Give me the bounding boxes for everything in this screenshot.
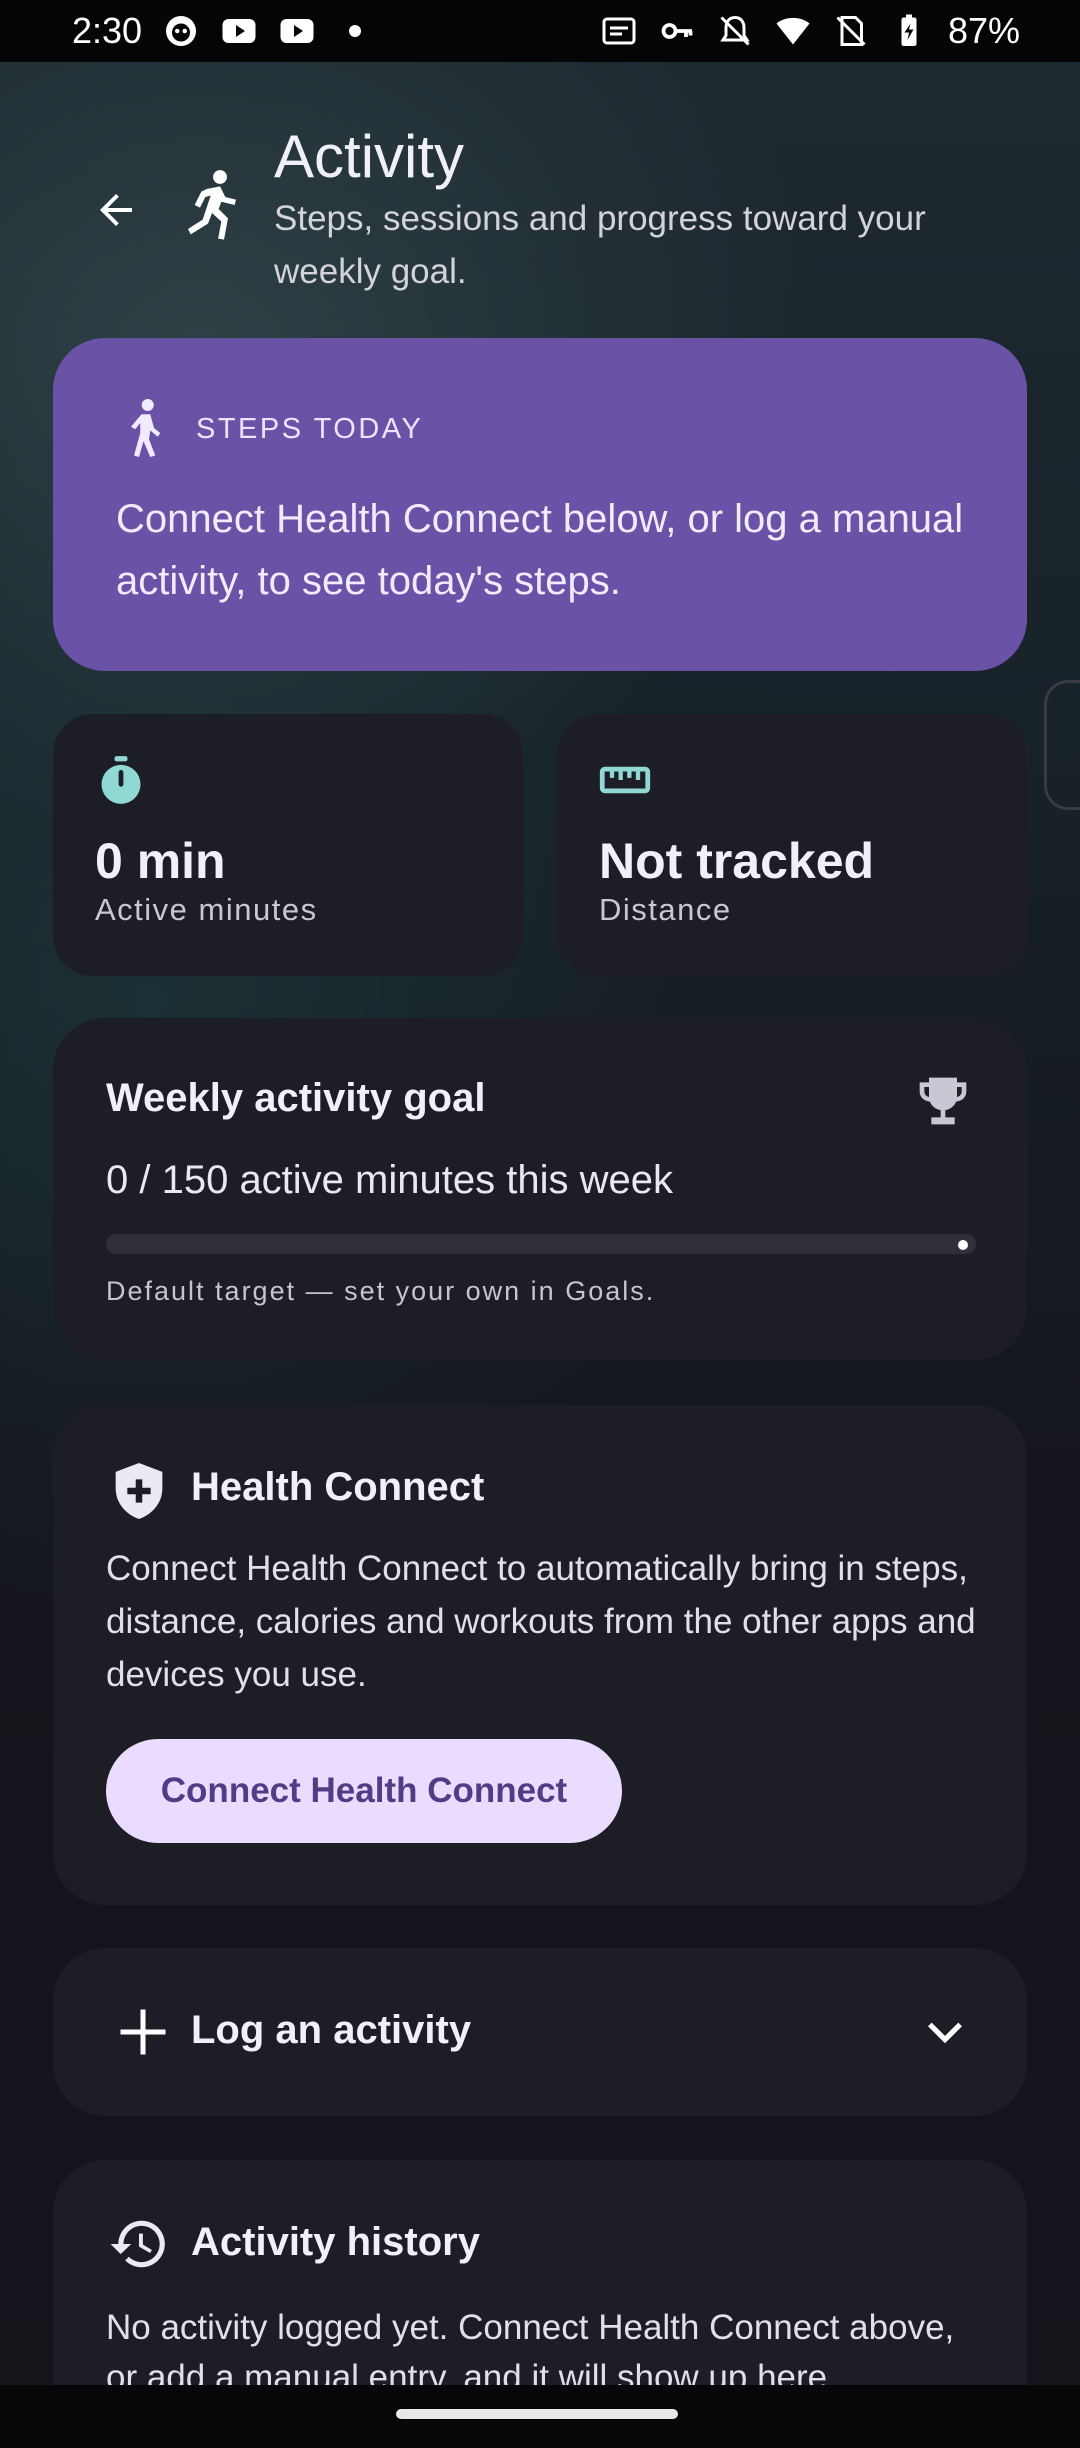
weekly-goal-card: Weekly activity goal 0 / 150 active minu… [53, 1018, 1027, 1360]
wifi-icon [774, 12, 812, 50]
distance-card: Not tracked Distance [557, 714, 1027, 976]
page-title: Activity [274, 123, 465, 190]
status-right: 87% [600, 10, 1020, 52]
weekly-goal-progress-bar [106, 1234, 976, 1254]
scroll-content[interactable]: STEPS TODAY Connect Health Connect below… [0, 0, 1080, 2385]
log-activity-title: Log an activity [191, 2008, 472, 2052]
active-minutes-value: 0 min [95, 833, 226, 889]
steps-today-text: Connect Health Connect below, or log a m… [116, 497, 964, 603]
distance-label: Distance [599, 892, 732, 927]
auto-hd-icon [600, 12, 638, 50]
health-connect-text: Connect Health Connect to automatically … [106, 1549, 976, 1694]
steps-today-card: STEPS TODAY Connect Health Connect below… [53, 338, 1027, 671]
ruler-icon [599, 766, 651, 794]
history-icon [110, 2220, 165, 2268]
activity-history-title: Activity history [191, 2220, 480, 2264]
plus-icon [120, 2009, 166, 2055]
status-left: 2:30 [72, 10, 374, 52]
custom-app-icon [162, 12, 200, 50]
arrow-back-icon [100, 194, 132, 226]
status-bar: 2:30 87% [0, 0, 1080, 62]
weekly-goal-title: Weekly activity goal [106, 1076, 486, 1120]
weekly-goal-progress-text: 0 / 150 active minutes this week [106, 1158, 673, 1202]
log-activity-row[interactable]: Log an activity [53, 1948, 1027, 2116]
dot-icon [336, 12, 374, 50]
notifications-off-icon [716, 12, 754, 50]
activity-history-text: No activity logged yet. Connect Health C… [106, 2308, 955, 2385]
battery-percent: 87% [947, 10, 1020, 51]
home-gesture-handle[interactable] [396, 2409, 678, 2419]
battery-charging-icon [890, 12, 928, 50]
weekly-goal-note: Default target — set your own in Goals. [106, 1276, 656, 1306]
activity-history-card: Activity history No activity logged yet.… [53, 2160, 1027, 2385]
vpn-key-icon [658, 12, 696, 50]
youtube-icon [278, 12, 316, 50]
running-icon [188, 170, 236, 240]
status-time: 2:30 [72, 10, 143, 51]
gesture-nav-bar [0, 2385, 1080, 2448]
back-button[interactable] [78, 172, 154, 248]
app-header: Activity Steps, sessions and progress to… [0, 62, 1080, 322]
distance-value: Not tracked [599, 833, 875, 889]
shield-plus-icon [115, 1463, 163, 1519]
active-minutes-label: Active minutes [95, 892, 318, 927]
progress-end-marker [958, 1240, 968, 1250]
chevron-down-icon [927, 2022, 963, 2044]
health-connect-card: Health Connect Connect Health Connect to… [53, 1405, 1027, 1905]
walking-icon [131, 399, 161, 457]
active-minutes-card: 0 min Active minutes [53, 714, 523, 976]
no-sim-icon [832, 12, 870, 50]
trophy-icon [919, 1077, 967, 1125]
health-connect-title: Health Connect [191, 1465, 485, 1509]
page-subtitle: Steps, sessions and progress toward your… [274, 199, 926, 291]
steps-today-heading: STEPS TODAY [196, 413, 424, 445]
timer-icon [101, 756, 141, 804]
youtube-icon [220, 12, 258, 50]
edge-panel-handle[interactable] [1044, 680, 1080, 810]
connect-health-connect-button[interactable]: Connect Health Connect [106, 1739, 622, 1843]
